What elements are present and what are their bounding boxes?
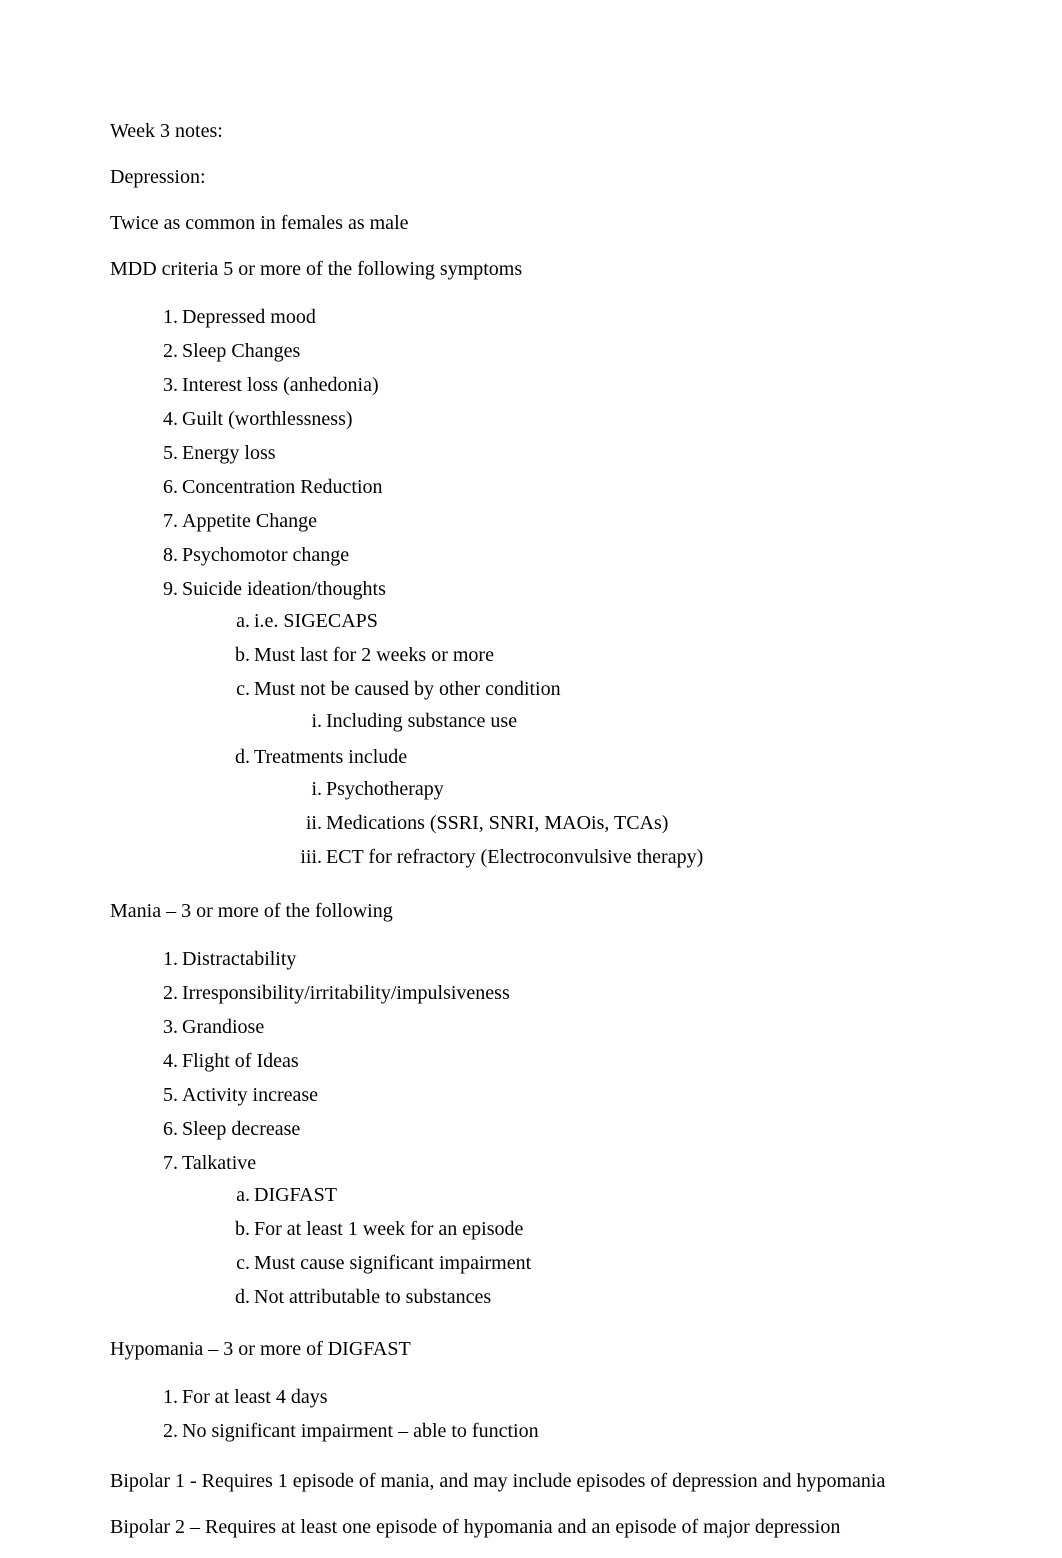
list-item: Activity increase bbox=[182, 1078, 952, 1112]
hypomania-heading: Hypomania – 3 or more of DIGFAST bbox=[110, 1334, 952, 1364]
list-item: Not attributable to substances bbox=[254, 1280, 952, 1314]
list-item: Sleep decrease bbox=[182, 1112, 952, 1146]
hypomania-list: For at least 4 days No significant impai… bbox=[110, 1380, 952, 1448]
mania-sublist: DIGFAST For at least 1 week for an episo… bbox=[182, 1178, 952, 1314]
list-item: Medications (SSRI, SNRI, MAOis, TCAs) bbox=[326, 806, 952, 840]
list-item-text: Must not be caused by other condition bbox=[254, 678, 561, 700]
list-item: Distractability bbox=[182, 942, 952, 976]
list-item-text: Psychotherapy bbox=[326, 778, 444, 800]
list-item-text: Energy loss bbox=[182, 442, 276, 464]
bipolar1-text: Bipolar 1 - Requires 1 episode of mania,… bbox=[110, 1466, 952, 1496]
list-item: For at least 4 days bbox=[182, 1380, 952, 1414]
list-item-text: Irresponsibility/irritability/impulsiven… bbox=[182, 982, 510, 1004]
list-item-text: Must cause significant impairment bbox=[254, 1252, 531, 1274]
list-item-text: For at least 4 days bbox=[182, 1386, 328, 1408]
list-item-text: For at least 1 week for an episode bbox=[254, 1218, 523, 1240]
list-item: ECT for refractory (Electroconvulsive th… bbox=[326, 840, 952, 874]
list-item-text: Treatments include bbox=[254, 746, 407, 768]
mdd-sub-sublist: Including substance use bbox=[254, 704, 952, 738]
list-item: Guilt (worthlessness) bbox=[182, 402, 952, 436]
list-item: Flight of Ideas bbox=[182, 1044, 952, 1078]
list-item-text: Sleep Changes bbox=[182, 340, 300, 362]
mania-heading: Mania – 3 or more of the following bbox=[110, 896, 952, 926]
list-item-text: No significant impairment – able to func… bbox=[182, 1420, 539, 1442]
list-item-text: Suicide ideation/thoughts bbox=[182, 578, 386, 600]
list-item-text: Flight of Ideas bbox=[182, 1050, 299, 1072]
list-item: Must last for 2 weeks or more bbox=[254, 638, 952, 672]
list-item-text: Sleep decrease bbox=[182, 1118, 300, 1140]
list-item-text: Guilt (worthlessness) bbox=[182, 408, 353, 430]
list-item: Sleep Changes bbox=[182, 334, 952, 368]
list-item-text: Distractability bbox=[182, 948, 296, 970]
list-item-text: Activity increase bbox=[182, 1084, 318, 1106]
list-item: For at least 1 week for an episode bbox=[254, 1212, 952, 1246]
list-item-text: Must last for 2 weeks or more bbox=[254, 644, 494, 666]
bipolar2-text: Bipolar 2 – Requires at least one episod… bbox=[110, 1512, 952, 1542]
list-item: Energy loss bbox=[182, 436, 952, 470]
list-item: Interest loss (anhedonia) bbox=[182, 368, 952, 402]
list-item-text: DIGFAST bbox=[254, 1184, 337, 1206]
list-item-text: Depressed mood bbox=[182, 306, 316, 328]
mdd-treatments-list: Psychotherapy Medications (SSRI, SNRI, M… bbox=[254, 772, 952, 874]
list-item: Psychotherapy bbox=[326, 772, 952, 806]
list-item-text: Interest loss (anhedonia) bbox=[182, 374, 379, 396]
list-item: Including substance use bbox=[326, 704, 952, 738]
list-item-text: ECT for refractory (Electroconvulsive th… bbox=[326, 846, 703, 868]
list-item-text: Including substance use bbox=[326, 710, 517, 732]
list-item: i.e. SIGECAPS bbox=[254, 604, 952, 638]
list-item: Must cause significant impairment bbox=[254, 1246, 952, 1280]
list-item-text: i.e. SIGECAPS bbox=[254, 610, 378, 632]
mania-list: Distractability Irresponsibility/irritab… bbox=[110, 942, 952, 1316]
list-item: Psychomotor change bbox=[182, 538, 952, 572]
list-item-text: Not attributable to substances bbox=[254, 1286, 491, 1308]
list-item: Suicide ideation/thoughts i.e. SIGECAPS … bbox=[182, 572, 952, 878]
list-item: No significant impairment – able to func… bbox=[182, 1414, 952, 1448]
list-item-text: Grandiose bbox=[182, 1016, 264, 1038]
depression-heading: Depression: bbox=[110, 162, 952, 192]
list-item: Appetite Change bbox=[182, 504, 952, 538]
list-item: Treatments include Psychotherapy Medicat… bbox=[254, 740, 952, 876]
mdd-criteria-heading: MDD criteria 5 or more of the following … bbox=[110, 254, 952, 284]
list-item: Must not be caused by other condition In… bbox=[254, 672, 952, 740]
list-item: Irresponsibility/irritability/impulsiven… bbox=[182, 976, 952, 1010]
mdd-list: Depressed mood Sleep Changes Interest lo… bbox=[110, 300, 952, 878]
mdd-sublist: i.e. SIGECAPS Must last for 2 weeks or m… bbox=[182, 604, 952, 876]
list-item-text: Psychomotor change bbox=[182, 544, 349, 566]
list-item: DIGFAST bbox=[254, 1178, 952, 1212]
list-item-text: Talkative bbox=[182, 1152, 256, 1174]
list-item-text: Appetite Change bbox=[182, 510, 317, 532]
list-item: Depressed mood bbox=[182, 300, 952, 334]
list-item-text: Medications (SSRI, SNRI, MAOis, TCAs) bbox=[326, 812, 668, 834]
list-item: Talkative DIGFAST For at least 1 week fo… bbox=[182, 1146, 952, 1316]
page-title: Week 3 notes: bbox=[110, 116, 952, 146]
list-item: Grandiose bbox=[182, 1010, 952, 1044]
depression-note: Twice as common in females as male bbox=[110, 208, 952, 238]
list-item-text: Concentration Reduction bbox=[182, 476, 383, 498]
list-item: Concentration Reduction bbox=[182, 470, 952, 504]
